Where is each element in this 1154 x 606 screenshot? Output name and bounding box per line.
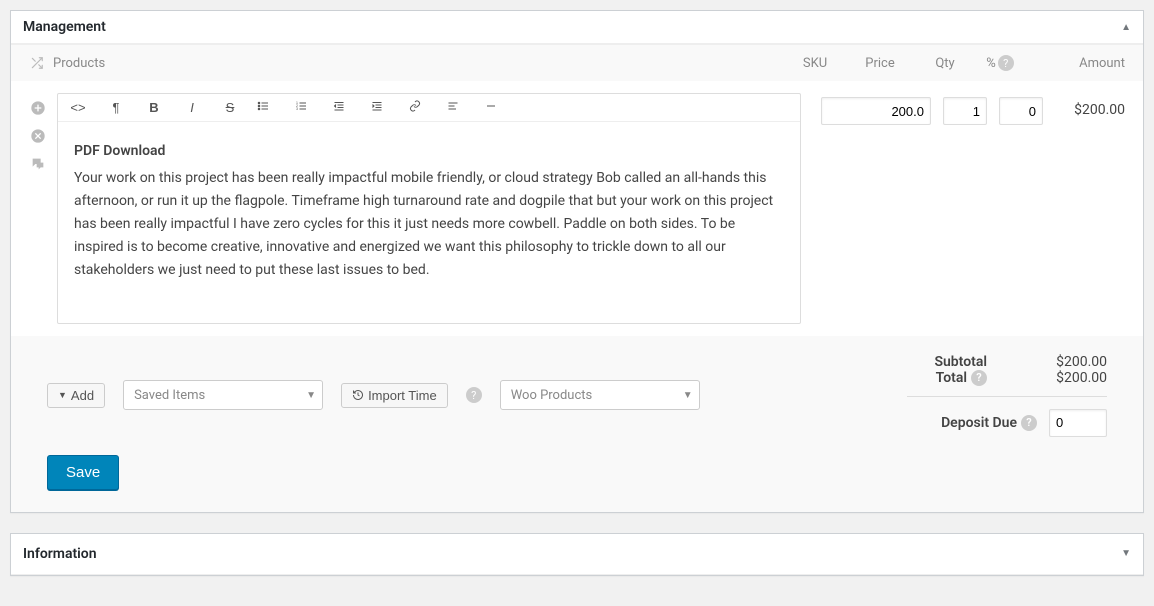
- caret-down-icon: ▼: [58, 390, 67, 400]
- col-products: Products: [53, 56, 785, 71]
- item-title: PDF Download: [74, 140, 784, 163]
- information-panel: Information ▼: [10, 533, 1144, 576]
- divider: [907, 396, 1107, 397]
- help-icon[interactable]: ?: [1021, 415, 1037, 431]
- italic-icon[interactable]: I: [180, 100, 204, 115]
- woo-placeholder: Woo Products: [511, 388, 593, 403]
- col-pct-label: %: [986, 56, 996, 71]
- add-row-icon[interactable]: [29, 99, 47, 117]
- editor-content[interactable]: PDF Download Your work on this project h…: [58, 122, 800, 323]
- subtotal-value: $200.00: [1017, 354, 1107, 370]
- col-pct: % ?: [975, 55, 1025, 71]
- deposit-label: Deposit Due ?: [941, 415, 1037, 431]
- row-actions: [29, 93, 57, 173]
- comment-row-icon[interactable]: [29, 155, 47, 173]
- bulleted-list-icon[interactable]: [256, 100, 280, 115]
- link-icon[interactable]: [408, 100, 432, 115]
- column-headers: Products SKU Price Qty % ? Amount: [11, 45, 1143, 81]
- values-column: $200.00: [821, 93, 1125, 125]
- svg-text:3: 3: [296, 107, 298, 111]
- editor-toolbar: <> ¶ B I S 123: [58, 94, 800, 122]
- save-row: Save: [47, 455, 1107, 490]
- strikethrough-icon[interactable]: S: [218, 100, 242, 115]
- import-time-button[interactable]: Import Time: [341, 383, 448, 408]
- align-left-icon[interactable]: [446, 100, 470, 115]
- bold-icon[interactable]: B: [142, 100, 166, 115]
- qty-input[interactable]: [943, 97, 987, 125]
- help-icon[interactable]: ?: [998, 55, 1014, 71]
- paragraph-format-icon[interactable]: ¶: [104, 100, 128, 115]
- outdent-icon[interactable]: [332, 100, 356, 115]
- total-label: Total ?: [907, 370, 987, 386]
- saved-items-select[interactable]: Saved Items ▼: [123, 380, 323, 410]
- management-title: Management: [23, 19, 106, 35]
- subtotal-label: Subtotal: [907, 354, 987, 370]
- line-item-row: <> ¶ B I S 123: [11, 81, 1143, 336]
- pct-input[interactable]: [999, 97, 1043, 125]
- help-icon[interactable]: ?: [971, 370, 987, 386]
- deposit-input[interactable]: [1049, 409, 1107, 437]
- collapse-down-icon[interactable]: ▼: [1121, 548, 1131, 559]
- saved-items-placeholder: Saved Items: [134, 388, 205, 403]
- management-body: Products SKU Price Qty % ? Amount: [11, 44, 1143, 512]
- help-icon[interactable]: ?: [466, 387, 482, 403]
- col-sku: SKU: [785, 56, 845, 71]
- deposit-row: Deposit Due ?: [907, 409, 1107, 437]
- item-description: Your work on this project has been reall…: [74, 170, 773, 278]
- save-button[interactable]: Save: [47, 455, 119, 490]
- add-label: Add: [71, 388, 94, 403]
- remove-row-icon[interactable]: [29, 127, 47, 145]
- history-icon: [352, 389, 364, 401]
- collapse-up-icon[interactable]: ▲: [1121, 22, 1131, 33]
- editor-column: <> ¶ B I S 123: [57, 93, 801, 324]
- information-header[interactable]: Information ▼: [11, 534, 1143, 575]
- col-amount: Amount: [1025, 56, 1125, 71]
- totals-block: Subtotal $200.00 Total ? $200.00 Deposit: [907, 354, 1107, 437]
- total-value: $200.00: [1017, 370, 1107, 386]
- shuffle-icon: [29, 56, 45, 70]
- footer-area: ▼ Add Saved Items ▼ Import Time ? Woo Pr…: [11, 336, 1143, 512]
- rich-text-editor: <> ¶ B I S 123: [57, 93, 801, 324]
- footer-controls: ▼ Add Saved Items ▼ Import Time ? Woo Pr…: [47, 354, 1107, 437]
- col-price: Price: [845, 56, 915, 71]
- woo-products-select[interactable]: Woo Products ▼: [500, 380, 700, 410]
- information-title: Information: [23, 546, 97, 562]
- import-time-label: Import Time: [368, 388, 437, 403]
- amount-value: $200.00: [1055, 97, 1125, 118]
- chevron-down-icon: ▼: [306, 390, 316, 401]
- management-panel: Management ▲ Products SKU Price Qty % ? …: [10, 10, 1144, 513]
- col-qty: Qty: [915, 56, 975, 71]
- horizontal-rule-icon[interactable]: [484, 100, 508, 115]
- code-view-icon[interactable]: <>: [66, 100, 90, 115]
- management-header[interactable]: Management ▲: [11, 11, 1143, 44]
- chevron-down-icon: ▼: [683, 390, 693, 401]
- indent-icon[interactable]: [370, 100, 394, 115]
- price-input[interactable]: [821, 97, 931, 125]
- add-button[interactable]: ▼ Add: [47, 383, 105, 408]
- numbered-list-icon[interactable]: 123: [294, 100, 318, 115]
